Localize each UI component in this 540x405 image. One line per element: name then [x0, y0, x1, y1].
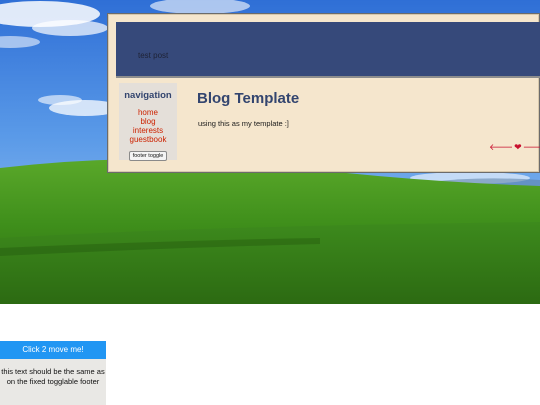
- navigation-links: home blog interests guestbook: [119, 108, 177, 144]
- webring-widget: 🡐 ❤ 🡒: [489, 143, 540, 152]
- arrow-left-icon[interactable]: 🡐: [489, 143, 513, 152]
- post-title: Blog Template: [197, 90, 300, 107]
- post-body: using this as my template :]: [198, 119, 289, 128]
- nav-link-home[interactable]: home: [119, 108, 177, 117]
- header-post-title: test post: [138, 51, 169, 60]
- heart-icon[interactable]: ❤: [514, 143, 522, 152]
- nav-link-blog[interactable]: blog: [119, 117, 177, 126]
- navigation-title: navigation: [124, 90, 172, 101]
- draggable-box-handle[interactable]: Click 2 move me!: [0, 341, 106, 359]
- nav-link-guestbook[interactable]: guestbook: [119, 135, 177, 144]
- nav-link-interests[interactable]: interests: [119, 126, 177, 135]
- page: test post navigation home blog interests…: [0, 0, 540, 405]
- arrow-right-icon[interactable]: 🡒: [523, 143, 540, 152]
- navigation-panel: navigation home blog interests guestbook…: [119, 83, 177, 161]
- footer-toggle-button[interactable]: footer toggle: [128, 151, 168, 161]
- draggable-box-body: this text should be the same as on the f…: [0, 359, 106, 405]
- blog-header-banner: test post: [116, 22, 540, 78]
- blog-page-window: test post navigation home blog interests…: [107, 13, 540, 173]
